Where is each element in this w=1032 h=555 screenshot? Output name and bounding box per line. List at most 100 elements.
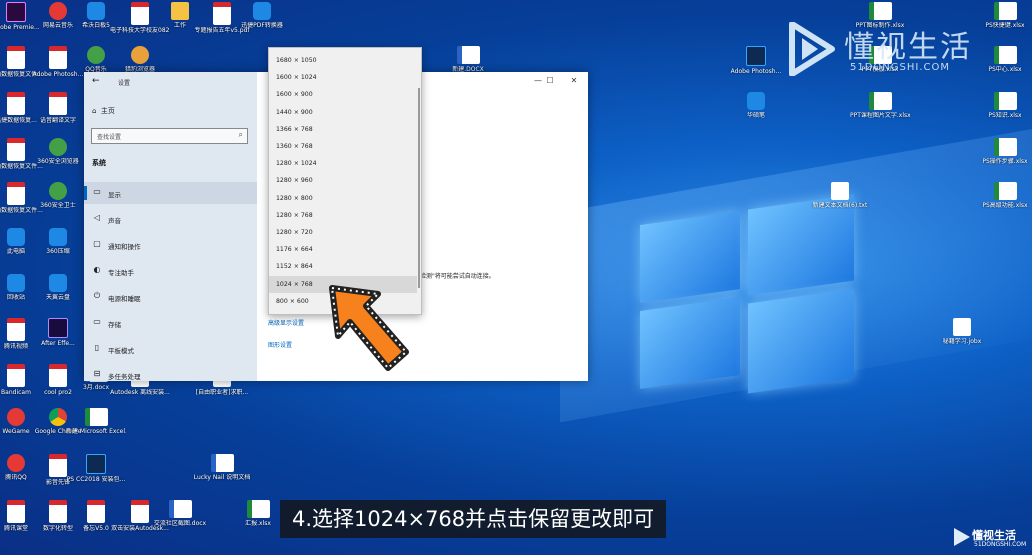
desktop-icon[interactable]: After Effe... [28, 318, 88, 347]
resolution-option[interactable]: 1280 × 1024 [269, 155, 417, 172]
ps-file-icon [86, 454, 106, 474]
desktop-icon[interactable]: 迅捷PDF转换器 [232, 2, 292, 29]
desktop-icon[interactable]: Adobe Photosh... [726, 46, 786, 75]
resolution-option[interactable]: 1600 × 900 [269, 86, 417, 103]
green-file-icon [49, 138, 67, 156]
desktop-icon-label: 新建 Microsoft Excel... [66, 428, 126, 435]
xls-file-icon [993, 92, 1017, 110]
sidebar-item-label: 通知和操作 [108, 243, 141, 251]
pdf-file-icon [131, 500, 149, 523]
resolution-option[interactable]: 1366 × 768 [269, 121, 417, 138]
sidebar-item-label: 多任务处理 [108, 373, 141, 381]
settings-search-input[interactable]: 查找设置 ⌕ [91, 128, 248, 144]
back-arrow-icon[interactable]: ← [92, 76, 100, 86]
resolution-option[interactable]: 1280 × 960 [269, 172, 417, 189]
dropdown-scrollbar[interactable] [418, 88, 420, 288]
pr-file-icon [6, 2, 26, 22]
advanced-display-link[interactable]: 高级显示设置 [268, 318, 304, 327]
desktop-icon-label: PS CC2018 安装包... [66, 476, 126, 483]
blue-file-icon [7, 228, 25, 246]
desktop-icon[interactable]: Lucky Nail 说明文档 [192, 454, 252, 481]
sidebar-item-label: 声音 [108, 217, 121, 225]
pdf-file-icon [131, 2, 149, 25]
desktop-icon[interactable]: PS知识.xlsx [975, 92, 1032, 119]
desktop-icon-label: PS操作步骤.xlsx [982, 158, 1028, 165]
brand-name: 懂视生活 [844, 30, 972, 65]
pdf-file-icon [49, 500, 67, 523]
resolution-option[interactable]: 1280 × 720 [269, 224, 417, 241]
blue-file-icon [747, 92, 765, 110]
pdf-file-icon [213, 2, 231, 25]
home-nav[interactable]: ⌂ 主页 [92, 106, 115, 116]
resolution-dropdown[interactable]: 1680 × 1050 1600 × 1024 1600 × 900 1440 × 9… [268, 47, 422, 315]
desktop-icon[interactable]: 华硕笔 [726, 92, 786, 119]
desktop-icon[interactable]: 秘籍学习.jobx [932, 318, 992, 345]
pointer-arrow-icon [329, 285, 409, 371]
search-placeholder: 查找设置 [97, 134, 122, 141]
pdf-file-icon [7, 318, 25, 341]
xls-file-icon [84, 408, 108, 426]
graphics-settings-link[interactable]: 图形设置 [268, 340, 292, 349]
sidebar-item-label: 显示 [108, 191, 121, 199]
sidebar-item[interactable]: ▭ 显示 [84, 182, 257, 204]
desktop-icon[interactable]: 交流社区截图.docx [150, 500, 210, 527]
desktop-icon[interactable]: 新建.DOCX [438, 46, 498, 73]
sidebar-item[interactable]: ⏻ 电源和睡眠 [84, 286, 257, 308]
desktop-icon[interactable]: PPT课程图片文字.xlsx [850, 92, 910, 119]
desktop-icon[interactable]: PS高级功能.xlsx [975, 182, 1032, 209]
desktop-icon[interactable]: 360安全卫士 [28, 182, 88, 209]
sidebar-item[interactable]: ◐ 专注助手 [84, 260, 257, 282]
desktop-icon[interactable]: 语音翻译文字 [28, 92, 88, 124]
sidebar-item-icon: ◁ [93, 213, 101, 222]
close-button[interactable]: ✕ [564, 76, 584, 85]
desktop-icon[interactable]: PS CC2018 安装包... [66, 454, 126, 483]
resolution-option-label: 1280 × 960 [276, 177, 313, 185]
desktop-icon[interactable]: 汇报.xlsx [228, 500, 288, 527]
sidebar-item-icon: ⏻ [93, 291, 101, 300]
desktop-icon-label: Autodesk 离线安装... [110, 389, 170, 396]
resolution-option-label: 800 × 600 [276, 297, 309, 305]
sidebar-item[interactable]: ▯ 平板模式 [84, 338, 257, 360]
red-file-icon [49, 2, 67, 20]
desktop-icon[interactable]: PS操作步骤.xlsx [975, 138, 1032, 165]
sidebar-item-icon: ▭ [93, 317, 101, 326]
settings-sidebar: ⌂ 主页 查找设置 ⌕ 系统 ▭ 显示 ◁ 声音 ▢ 通知和操作 ◐ 专注助手 ⏻ 电源和睡眠 ▭ 存… [84, 72, 257, 381]
sidebar-item-icon: ▢ [93, 239, 101, 248]
desktop-icon[interactable]: 360安全浏览器 [28, 138, 88, 165]
resolution-option[interactable]: 1440 × 900 [269, 104, 417, 121]
resolution-option[interactable]: 1176 × 664 [269, 241, 417, 258]
pdf-file-icon [7, 364, 25, 387]
brand-url: 51DONGSHI.COM [850, 62, 951, 73]
desktop-icon-label: 汇报.xlsx [245, 520, 271, 527]
maximize-button[interactable]: ☐ [540, 76, 560, 85]
sidebar-item[interactable]: ▭ 存储 [84, 312, 257, 334]
desktop-icon[interactable]: 猎豹浏览器 [110, 46, 170, 73]
desktop-icon-label: 360安全卫士 [40, 202, 76, 209]
desktop-icon[interactable]: 天翼云盘 [28, 274, 88, 301]
sidebar-item[interactable]: ◁ 声音 [84, 208, 257, 230]
window-title: 设置 [118, 80, 131, 87]
resolution-option[interactable]: 1280 × 800 [269, 190, 417, 207]
desktop-icon-label: 交流社区截图.docx [153, 520, 207, 527]
red-file-icon [7, 454, 25, 472]
brand-play-icon [789, 22, 835, 76]
resolution-option[interactable]: 1600 × 1024 [269, 69, 417, 86]
desktop-icon-label: [自由职业者]求职... [195, 389, 249, 396]
resolution-option[interactable]: 1152 × 864 [269, 258, 417, 275]
resolution-option[interactable]: 1280 × 768 [269, 207, 417, 224]
video-subtitle: 4.选择1024×768并点击保留更改即可 [280, 500, 667, 538]
watermark: 懂视生活 51DONGSHI.COM [954, 525, 1028, 551]
xls-file-icon [993, 138, 1017, 156]
desktop-icon[interactable]: 新建文本文档(6).txt [810, 182, 870, 209]
sidebar-item[interactable]: ⊟ 多任务处理 [84, 364, 257, 386]
sidebar-item[interactable]: ▢ 通知和操作 [84, 234, 257, 256]
resolution-option[interactable]: 1360 × 768 [269, 138, 417, 155]
desktop-icon[interactable]: 新建 Microsoft Excel... [66, 408, 126, 435]
resolution-option-label: 1360 × 768 [276, 143, 313, 150]
home-label: 主页 [100, 107, 115, 115]
pdf-file-icon [7, 182, 25, 205]
resolution-option[interactable]: 1680 × 1050 [269, 52, 417, 69]
txt-file-icon [953, 318, 971, 336]
desktop-icon[interactable]: 360压缩 [28, 228, 88, 255]
pdf-file-icon [87, 500, 105, 523]
